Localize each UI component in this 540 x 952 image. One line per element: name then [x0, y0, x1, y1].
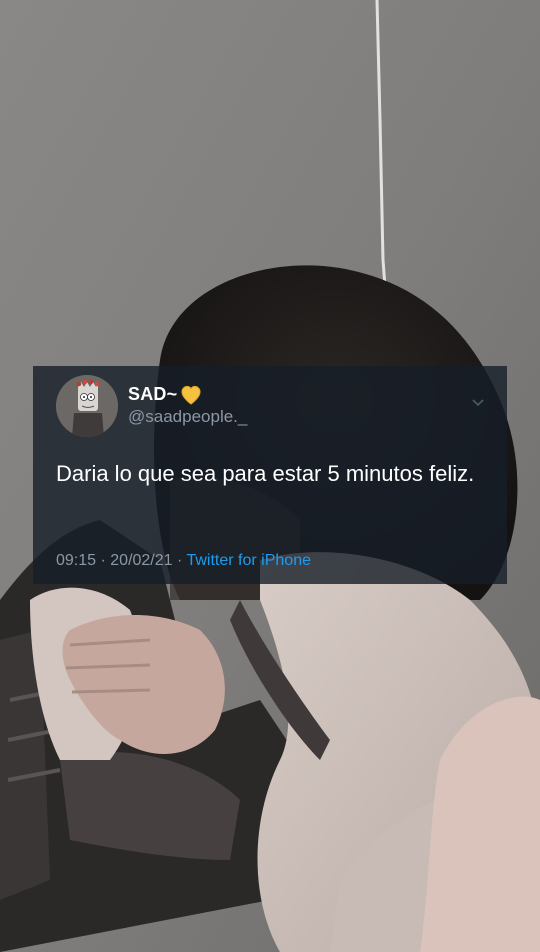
yellow-heart-icon — [181, 385, 201, 405]
screen: SAD~ @saadpeople._ Daria lo que sea para… — [0, 0, 540, 952]
tweet-time: 09:15 — [56, 552, 97, 569]
tweet-card[interactable]: SAD~ @saadpeople._ Daria lo que sea para… — [33, 366, 507, 584]
tweet-source-link[interactable]: Twitter for iPhone — [186, 552, 311, 569]
avatar-image-icon — [56, 375, 118, 437]
tweet-meta: 09:15 · 20/02/21 · Twitter for iPhone — [56, 552, 311, 570]
handle[interactable]: @saadpeople._ — [128, 407, 247, 427]
chevron-down-icon[interactable] — [471, 398, 485, 408]
separator: · — [96, 552, 111, 569]
separator: · — [172, 552, 187, 569]
display-name[interactable]: SAD~ — [128, 384, 202, 405]
avatar[interactable] — [56, 375, 118, 437]
display-name-text: SAD~ — [128, 384, 178, 404]
tweet-date: 20/02/21 — [110, 552, 173, 569]
tweet-text: Daria lo que sea para estar 5 minutos fe… — [56, 461, 475, 486]
